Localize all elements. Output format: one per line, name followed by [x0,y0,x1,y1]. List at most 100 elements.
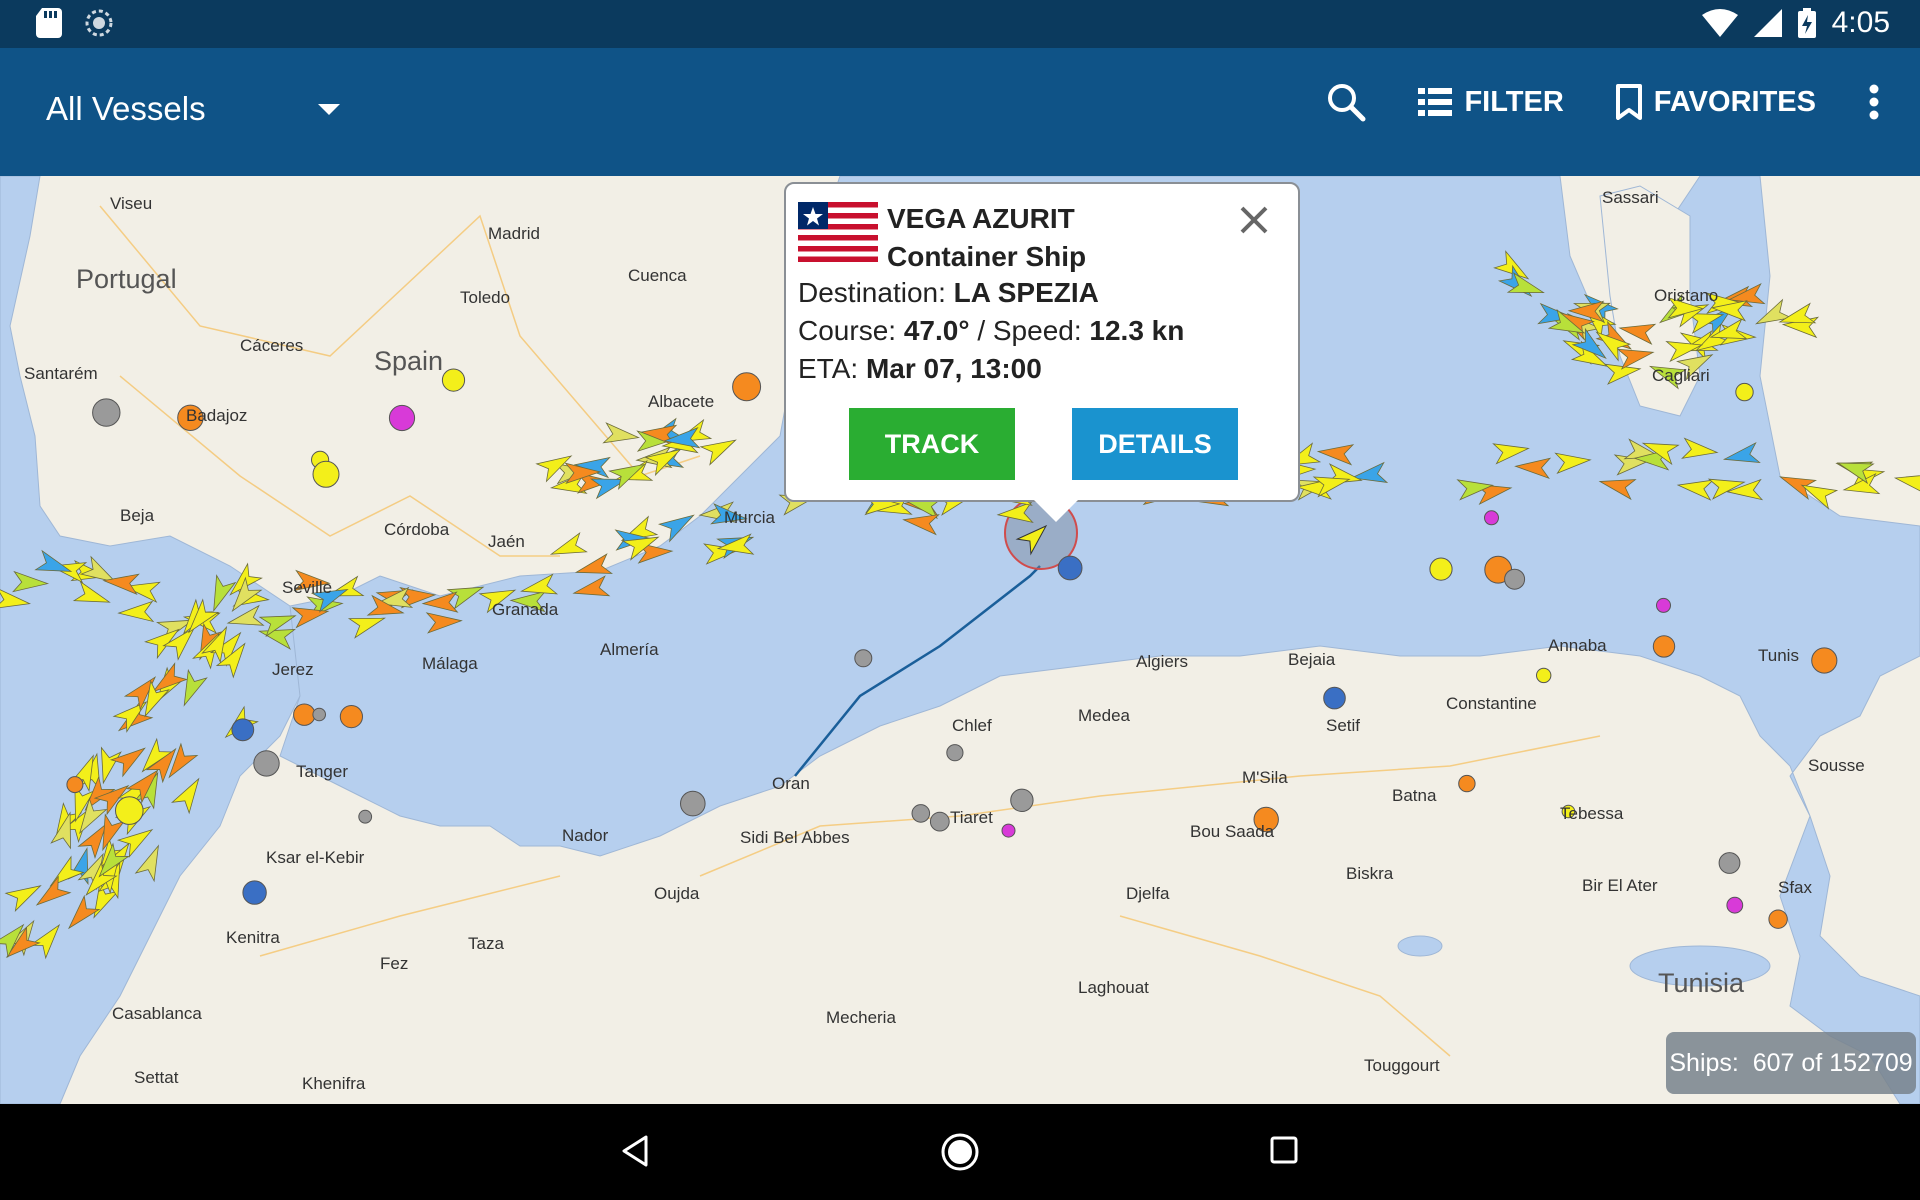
city-label: Cagliari [1652,366,1710,385]
anchored-vessel-icon[interactable] [1536,667,1552,684]
back-icon[interactable] [620,1134,650,1168]
city-label: Tiaret [950,808,993,827]
vessel-marker-icon[interactable] [1893,468,1920,496]
recents-icon[interactable] [1270,1136,1298,1164]
city-label: Viseu [110,194,153,213]
destination-row: Destination: LA SPEZIA [798,274,1099,312]
anchored-vessel-icon[interactable] [1001,823,1016,838]
search-icon [1328,84,1366,122]
city-label: Jerez [272,660,314,679]
more-options-button[interactable] [1868,84,1880,120]
city-label: Albacete [648,392,715,411]
city-label: Laghouat [1078,978,1149,997]
city-label: Jaén [488,532,525,551]
city-label: Bir El Ater [1582,876,1658,895]
anchored-vessel-icon[interactable] [732,372,762,402]
city-label: Toledo [460,288,511,307]
eta-label: ETA: [798,353,859,384]
navigation-bar [0,1104,1920,1200]
speed-value: 12.3 kn [1089,315,1185,346]
anchored-vessel-icon[interactable] [312,460,340,488]
city-label: Tanger [296,762,348,781]
anchored-vessel-icon[interactable] [1057,555,1083,581]
vessel-marker-icon[interactable] [548,531,588,564]
anchored-vessel-icon[interactable] [1484,510,1499,526]
city-label: Casablanca [112,1004,202,1023]
city-label: Batna [1392,786,1437,805]
city-label: Sassari [1602,188,1659,207]
city-label: Chlef [952,716,992,735]
country-label: Spain [374,346,444,376]
details-button[interactable]: DETAILS [1072,408,1238,480]
anchored-vessel-icon[interactable] [911,804,931,823]
bookmark-icon [1615,84,1642,120]
anchored-vessel-icon[interactable] [358,809,373,824]
city-label: Biskra [1346,864,1394,883]
sync-icon [85,9,113,37]
anchored-vessel-icon[interactable] [929,811,950,832]
filter-button[interactable]: FILTER [1418,85,1564,119]
city-label: Madrid [488,224,540,243]
city-label: Sfax [1778,878,1813,897]
anchored-vessel-icon[interactable] [293,703,316,726]
anchored-vessel-icon[interactable] [1811,647,1838,674]
city-label: Mecheria [826,1008,896,1027]
city-label: Settat [134,1068,179,1087]
wifi-icon [1701,9,1738,37]
city-label: Seville [282,578,333,597]
anchored-vessel-icon[interactable] [66,776,84,794]
city-label: Constantine [1446,694,1537,713]
city-label: Tunis [1758,646,1799,665]
track-button[interactable]: TRACK [849,408,1015,480]
ships-count-value: 607 of 152709 [1752,1048,1913,1077]
anchored-vessel-icon[interactable] [1652,635,1676,658]
eta-row: ETA: Mar 07, 13:00 [798,350,1042,388]
city-label: Fez [380,954,409,973]
anchored-vessel-icon[interactable] [680,790,706,817]
course-value: 47.0° [903,315,970,346]
city-label: Almería [600,640,659,659]
anchored-vessel-icon[interactable] [1010,788,1034,812]
anchored-vessel-icon[interactable] [1718,852,1741,874]
anchored-vessel-icon[interactable] [441,368,466,392]
close-icon[interactable] [1236,202,1272,238]
home-icon[interactable] [940,1132,980,1172]
anchored-vessel-icon[interactable] [1504,568,1526,590]
anchored-vessel-icon[interactable] [1429,557,1453,581]
anchored-vessel-icon[interactable] [92,398,121,427]
city-label: Granada [492,600,559,619]
city-label: Khenifra [302,1074,366,1093]
favorites-label: FAVORITES [1653,85,1816,118]
city-label: Ksar el-Kebir [266,848,365,867]
vessel-info-popup: VEGA AZURIT Container Ship Destination: … [784,182,1300,522]
city-label: Nador [562,826,609,845]
city-label: Annaba [1548,636,1607,655]
status-bar: 4:05 [0,0,1920,48]
anchored-vessel-icon[interactable] [339,705,363,729]
anchored-vessel-icon[interactable] [1458,774,1476,793]
anchored-vessel-icon[interactable] [854,649,873,668]
anchored-vessel-icon[interactable] [1768,909,1788,929]
search-button[interactable] [1326,82,1366,122]
anchored-vessel-icon[interactable] [253,750,280,777]
destination-label: Destination: [798,277,946,308]
anchored-vessel-icon[interactable] [312,707,327,722]
ships-count-badge: Ships: 607 of 152709 [1666,1032,1916,1094]
filter-label: FILTER [1464,85,1564,118]
vessel-marker-icon[interactable] [602,422,641,448]
list-icon [1418,88,1453,116]
anchored-vessel-icon[interactable] [242,880,267,905]
anchored-vessel-icon[interactable] [115,796,144,825]
anchored-vessel-icon[interactable] [1656,597,1671,613]
anchored-vessel-icon[interactable] [1726,896,1744,914]
anchored-vessel-icon[interactable] [388,404,416,432]
city-label: Málaga [422,654,478,673]
vessel-filter-dropdown[interactable]: All Vessels [46,90,340,128]
anchored-vessel-icon[interactable] [1323,686,1346,710]
city-label: Córdoba [384,520,450,539]
anchored-vessel-icon[interactable] [231,718,255,742]
anchored-vessel-icon[interactable] [946,744,964,762]
anchored-vessel-icon[interactable] [1735,382,1754,402]
favorites-button[interactable]: FAVORITES [1615,84,1816,120]
chevron-down-icon [317,103,340,115]
